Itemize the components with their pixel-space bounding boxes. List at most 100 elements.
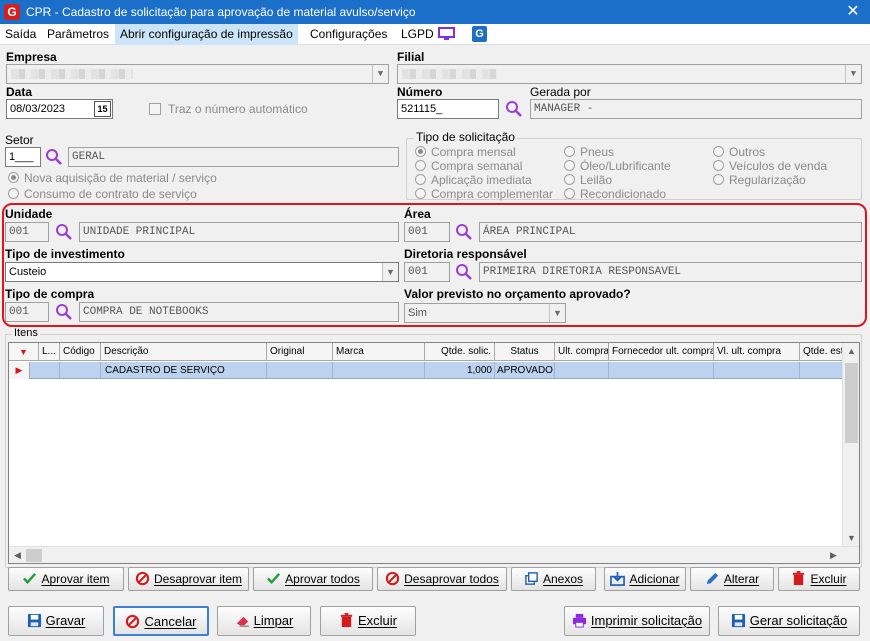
search-icon[interactable] [505,100,523,118]
button-label: Gravar [45,613,86,628]
vertical-scrollbar[interactable]: ▲ ▼ [842,343,859,547]
radio-compra-mensal[interactable]: Compra mensal [415,145,516,159]
check-icon [23,573,37,584]
col-header[interactable]: L... [39,343,60,361]
col-header[interactable]: Status [495,343,555,361]
close-button[interactable]: ✕ [836,0,870,24]
redacted-value [402,69,497,79]
button-label: Gerar solicitação [749,613,848,628]
button-label: Excluir [810,572,847,586]
button-label: Anexos [542,572,584,586]
button-label: Cancelar [144,614,197,629]
highlight-annotation [2,203,867,327]
table-row[interactable]: ▶ CADASTRO DE SERVIÇO 1,000 APROVADO [9,362,843,379]
col-header[interactable]: Marca [333,343,425,361]
radio-pneus[interactable]: Pneus [564,145,614,159]
cell [267,362,333,379]
consumo-contrato-radio[interactable]: Consumo de contrato de serviço [8,187,197,201]
calendar-icon[interactable]: 15 [94,101,111,117]
cell [333,362,425,379]
button-label: Desaprovar item [153,572,243,586]
nova-aquisicao-radio[interactable]: Nova aquisição de material / serviço [8,171,217,185]
col-header[interactable]: Original [267,343,333,361]
excluir-button[interactable]: Excluir [320,606,416,636]
radio-aplicacao-imediata[interactable]: Aplicação imediata [415,173,532,187]
radio-oleo-lubrificante[interactable]: Óleo/Lubrificante [564,159,671,173]
eraser-icon [236,616,249,627]
gerar-solicitacao-button[interactable]: Gerar solicitação [718,606,860,636]
adicionar-button[interactable]: Adicionar [604,567,686,591]
empresa-select[interactable]: ▼ [6,64,389,84]
radio-regularizacao[interactable]: Regularização [713,173,806,187]
col-header[interactable]: Ult. compra [555,343,609,361]
radio-compra-semanal[interactable]: Compra semanal [415,159,522,173]
anexos-button[interactable]: Anexos [511,567,596,591]
data-label: Data [6,85,33,99]
sort-indicator[interactable]: ▼ [9,343,39,361]
search-icon[interactable] [45,148,63,166]
radio-label: Outros [729,145,766,159]
scroll-right-icon[interactable]: ▶ [825,547,842,564]
radio-compra-complementar[interactable]: Compra complementar [415,187,553,201]
button-label: Aprovar todos [285,572,360,586]
cell [555,362,609,379]
forbidden-icon [126,614,140,629]
setor-label: Setor [5,133,34,147]
aprovar-todos-button[interactable]: Aprovar todos [253,567,373,591]
horizontal-scrollbar[interactable]: ◀ ▶ [9,546,859,563]
setor-code-input[interactable]: 1___ [5,147,41,167]
redacted-value [11,69,133,79]
button-label: Excluir [357,613,397,628]
numero-input[interactable]: 521115_ [397,99,499,119]
chevron-down-icon[interactable]: ▼ [845,65,861,83]
radio-label: Leilão [580,173,613,187]
radio-label: Óleo/Lubrificante [580,159,671,173]
excluir-item-button[interactable]: Excluir [778,567,860,591]
col-header[interactable]: Qtde. solic. [425,343,495,361]
limpar-button[interactable]: Limpar [217,606,311,636]
data-input[interactable]: 08/03/2023 15 [6,99,113,119]
imprimir-solicitacao-button[interactable]: Imprimir solicitação [564,606,710,636]
aprovar-item-button[interactable]: Aprovar item [8,567,124,591]
cancelar-button[interactable]: Cancelar [113,606,209,636]
scroll-left-icon[interactable]: ◀ [9,547,26,564]
scroll-thumb[interactable] [26,549,42,562]
radio-outros[interactable]: Outros [713,145,765,159]
add-download-icon [610,571,626,586]
setor-name-field: GERAL [68,147,399,167]
menu-parametros[interactable]: Parâmetros [42,24,114,45]
tipo-solicitacao-label: Tipo de solicitação [414,130,517,144]
col-header[interactable]: Vl. ult. compra [714,343,800,361]
col-header[interactable]: Qtde. est. [800,343,843,361]
filial-select[interactable]: ▼ [397,64,862,84]
button-label: Limpar [253,613,294,628]
menu-lgpd[interactable]: LGPD [396,24,439,45]
consumo-contrato-label: Consumo de contrato de serviço [24,187,197,201]
radio-leilao[interactable]: Leilão [564,173,612,187]
radio-veiculos-de-venda[interactable]: Veículos de venda [713,159,827,173]
col-header[interactable]: Descrição [101,343,267,361]
col-header[interactable]: Código [60,343,101,361]
menu-saida[interactable]: Saída [0,24,41,45]
alterar-button[interactable]: Alterar [690,567,774,591]
chevron-down-icon[interactable]: ▼ [372,65,388,83]
scroll-down-icon[interactable]: ▼ [843,530,860,547]
monitor-icon[interactable] [438,27,455,41]
pencil-icon [706,572,718,585]
gerada-por-field: MANAGER - [530,99,862,119]
g-logo-icon[interactable]: G [472,26,487,42]
col-header[interactable]: Fornecedor ult. compra [609,343,714,361]
radio-label: Recondicionado [580,187,667,201]
desaprovar-item-button[interactable]: Desaprovar item [128,567,249,591]
cell [60,362,101,379]
cell: APROVADO [495,362,555,379]
gerada-por-label: Gerada por [530,85,591,99]
traz-numero-checkbox[interactable] [149,103,161,115]
radio-recondicionado[interactable]: Recondicionado [564,187,666,201]
scroll-up-icon[interactable]: ▲ [843,343,860,360]
scroll-thumb[interactable] [845,363,858,443]
desaprovar-todos-button[interactable]: Desaprovar todos [377,567,507,591]
menu-configuracoes[interactable]: Configurações [305,24,392,45]
menu-abrir-configuracao-impressao[interactable]: Abrir configuração de impressão [115,24,298,45]
gravar-button[interactable]: Gravar [8,606,104,636]
